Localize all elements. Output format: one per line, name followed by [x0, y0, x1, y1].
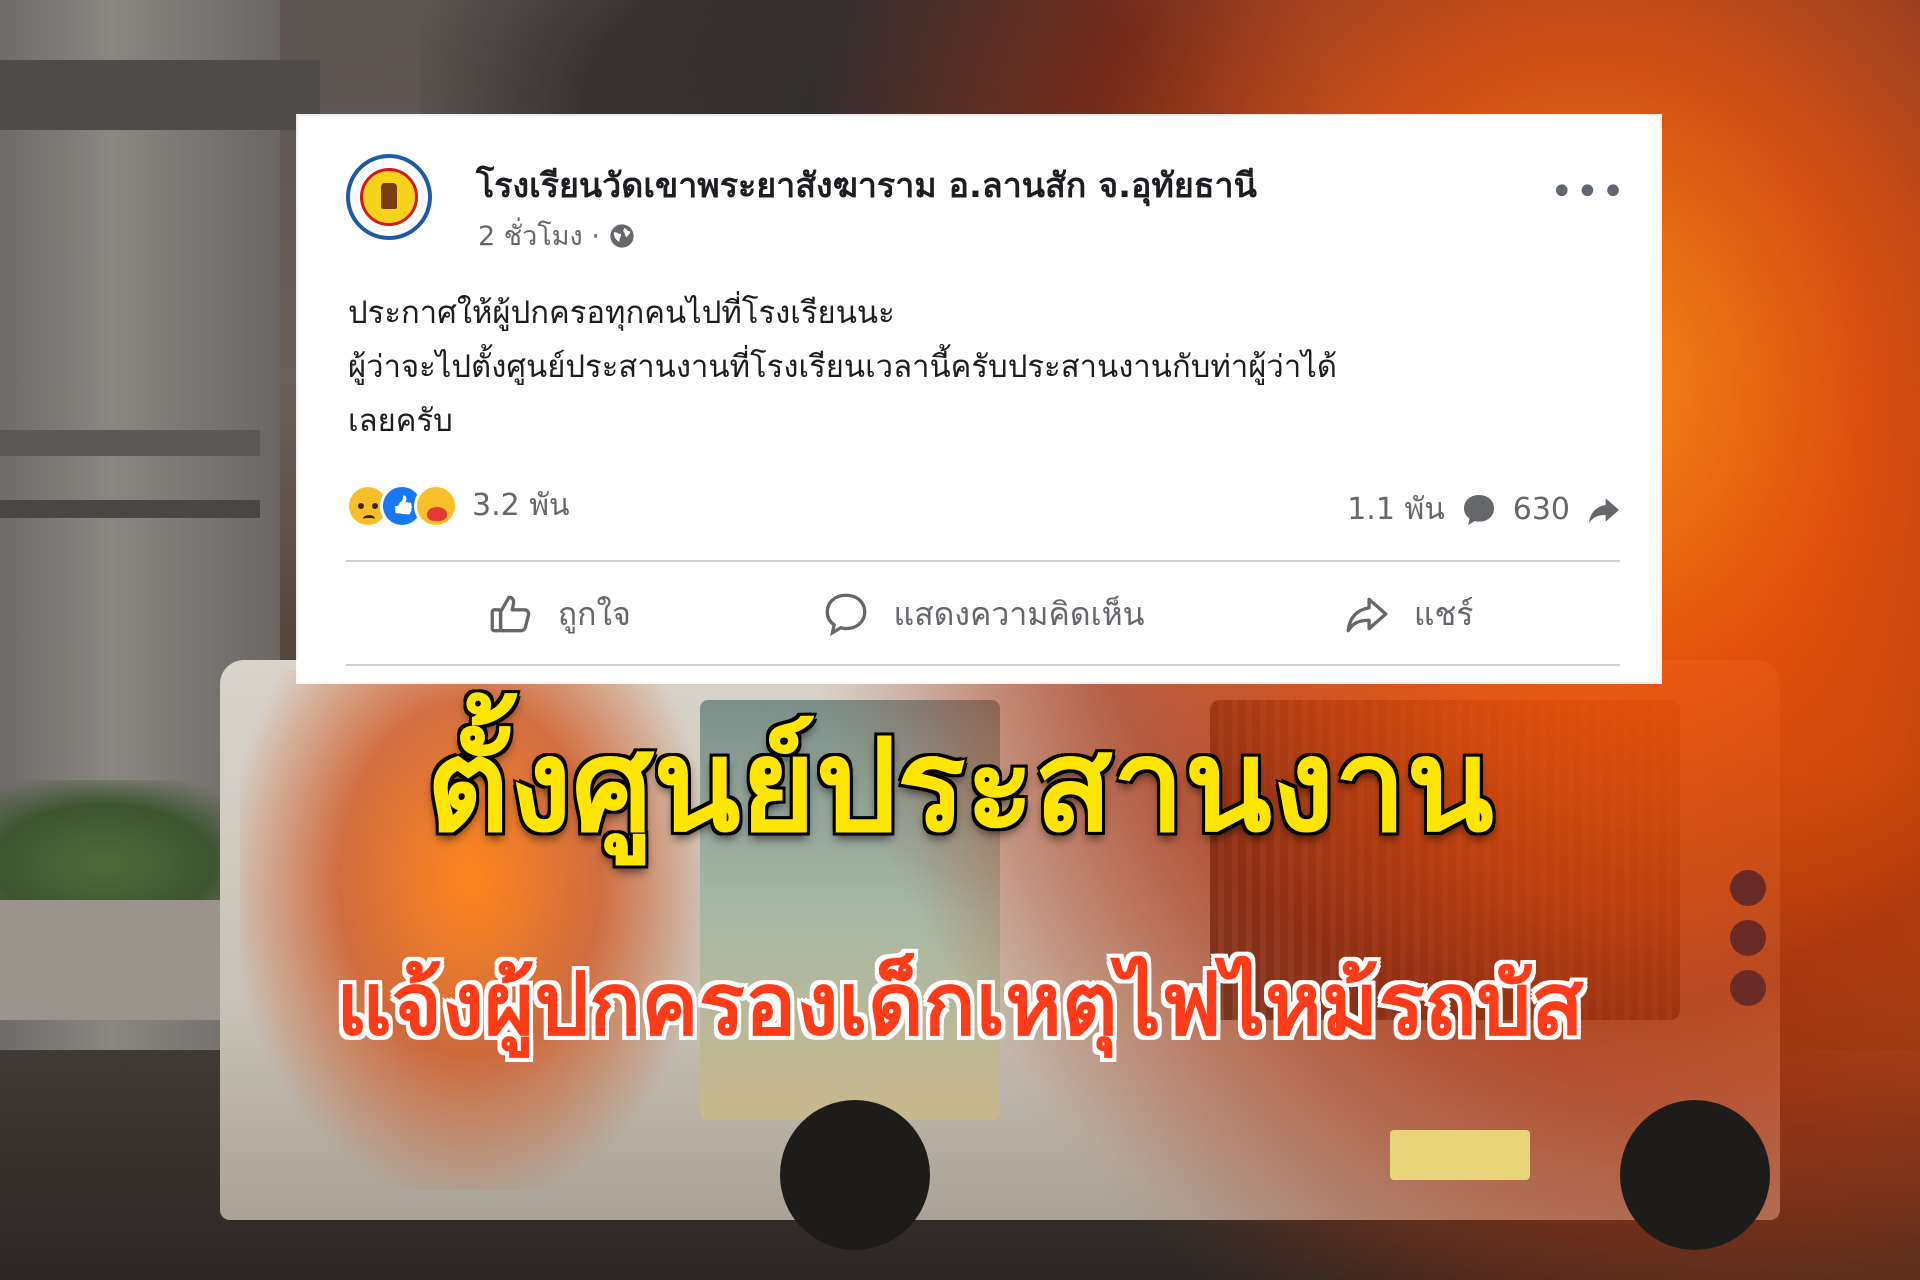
reaction-count: 3.2 พัน	[472, 488, 570, 523]
comment-icon	[1463, 494, 1494, 525]
page-name[interactable]: โรงเรียนวัดเขาพระยาสังฆาราม อ.ลานสัก จ.อ…	[476, 158, 1257, 212]
comment-button-label: แสดงความคิดเห็น	[893, 594, 1145, 633]
bus-wheel	[1620, 1100, 1770, 1250]
divider	[346, 560, 1620, 562]
comment-outline-icon	[826, 593, 867, 637]
headline-main: ตั้งศูนย์ประสานงาน	[426, 712, 1494, 861]
school-emblem-icon	[360, 168, 418, 226]
post-time[interactable]: 2 ชั่วโมง ·	[478, 214, 600, 257]
bus-wheel	[780, 1100, 930, 1250]
comment-button[interactable]: แสดงความคิดเห็น	[771, 564, 1196, 664]
reactions-summary[interactable]: 3.2 พัน	[346, 482, 570, 529]
more-icon[interactable]: •••	[1550, 172, 1627, 212]
post-text: ประกาศให้ผู้ปกครอทุกคนไปที่โรงเรียนนะ ผู…	[348, 286, 1628, 448]
post-text-line: ประกาศให้ผู้ปกครอทุกคนไปที่โรงเรียนนะ	[348, 295, 895, 331]
share-button[interactable]: แชร์	[1195, 564, 1620, 664]
overpass-beam	[0, 60, 320, 130]
share-count[interactable]: 630	[1513, 492, 1570, 527]
like-button[interactable]: ถูกใจ	[346, 564, 771, 664]
headline-sub: แจ้งผู้ปกครองเด็กเหตุไฟไหม้รถบัส	[336, 955, 1584, 1055]
thumbs-up-icon	[490, 595, 531, 633]
facebook-post-card: โรงเรียนวัดเขาพระยาสังฆาราม อ.ลานสัก จ.อ…	[298, 116, 1660, 682]
divider	[346, 664, 1620, 666]
post-actions: ถูกใจ แสดงความคิดเห็น แชร์	[346, 564, 1620, 664]
share-outline-icon	[1346, 597, 1388, 633]
bus-light	[1730, 870, 1766, 906]
overpass-rail	[0, 430, 260, 456]
like-button-label: ถูกใจ	[557, 594, 631, 633]
overpass-rail	[0, 500, 260, 518]
share-icon	[1589, 497, 1619, 523]
comment-count[interactable]: 1.1 พัน	[1347, 486, 1445, 533]
post-text-line: เลยครับ	[348, 403, 453, 439]
page-avatar[interactable]	[346, 154, 432, 240]
share-button-label: แชร์	[1413, 594, 1474, 633]
care-reaction-icon	[414, 483, 458, 528]
post-meta: 2 ชั่วโมง ·	[478, 214, 636, 257]
post-text-line: ผู้ว่าจะไปตั้งศูนย์ประสานงานที่โรงเรียนเ…	[348, 349, 1337, 385]
engagement-stats: 1.1 พัน 630	[1347, 486, 1624, 533]
globe-icon	[610, 223, 634, 248]
license-plate	[1390, 1130, 1530, 1180]
